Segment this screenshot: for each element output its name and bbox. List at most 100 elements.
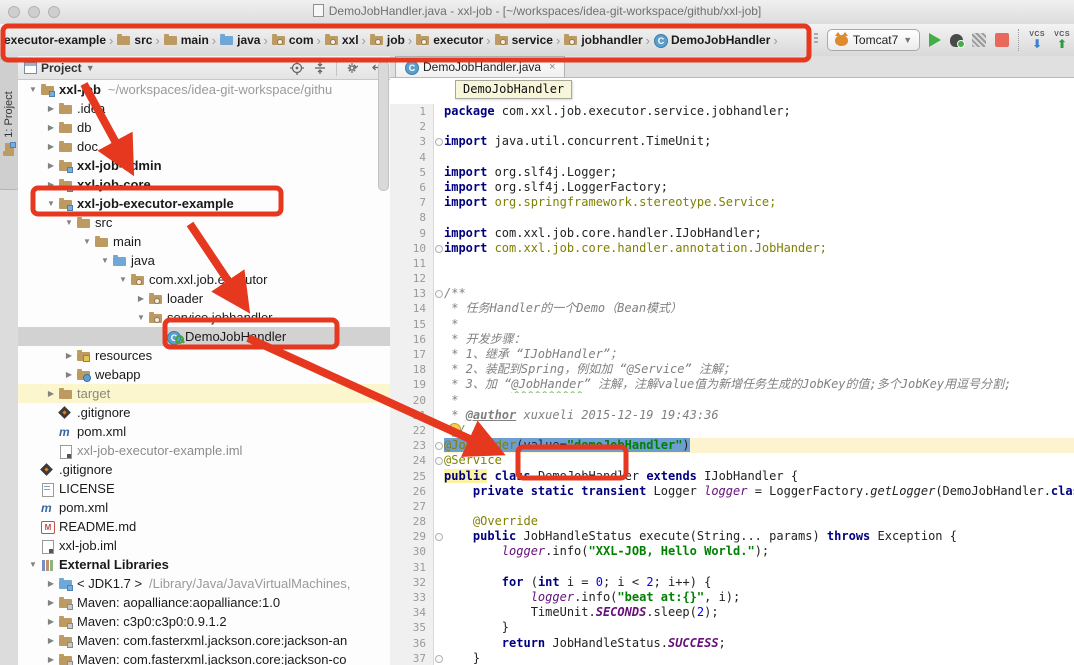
code-line[interactable]: 24@Service	[390, 453, 1074, 468]
breadcrumb-item[interactable]: executor	[415, 33, 483, 47]
breadcrumb-item[interactable]: jobhandler	[563, 33, 642, 47]
tree-item-xxl-job-core[interactable]: ▶xxl-job-core	[18, 175, 390, 194]
code-line[interactable]: 20 *	[390, 393, 1074, 408]
expand-arrow-icon[interactable]: ▼	[44, 199, 58, 208]
tree-item-doc[interactable]: ▶doc	[18, 137, 390, 156]
expand-arrow-icon[interactable]: ▶	[44, 579, 58, 588]
breadcrumb-item[interactable]: xxl	[324, 33, 359, 47]
tree-item-xxl-job-executor-example[interactable]: ▼xxl-job-executor-example	[18, 194, 390, 213]
code-line[interactable]: 5import org.slf4j.Logger;	[390, 165, 1074, 180]
tree-item-xxl-job[interactable]: ▼xxl-job~/workspaces/idea-git-workspace/…	[18, 80, 390, 99]
breadcrumb-item[interactable]: CDemoJobHandler	[653, 33, 770, 47]
project-scrollbar[interactable]	[378, 61, 389, 191]
breadcrumb-item[interactable]: java	[219, 33, 260, 47]
chevron-down-icon[interactable]: ▼	[86, 63, 95, 73]
code-line[interactable]: 34 TimeUnit.SECONDS.sleep(2);	[390, 605, 1074, 620]
expand-arrow-icon[interactable]: ▶	[44, 617, 58, 626]
expand-arrow-icon[interactable]: ▶	[134, 294, 148, 303]
expand-arrow-icon[interactable]: ▼	[116, 275, 130, 284]
code-line[interactable]: 30 logger.info("XXL-JOB, Hello World.");	[390, 544, 1074, 559]
breadcrumb-item[interactable]: main	[163, 33, 209, 47]
breadcrumb-item[interactable]: executor-example	[4, 33, 106, 47]
debug-button[interactable]	[950, 34, 963, 47]
vcs-update-button[interactable]: VCS⬇	[1029, 31, 1045, 50]
tree-item-java[interactable]: ▼java	[18, 251, 390, 270]
tree-item-maven-c3p0-c3p0-0-9-1-2[interactable]: ▶Maven: c3p0:c3p0:0.9.1.2	[18, 612, 390, 631]
expand-arrow-icon[interactable]: ▶	[44, 636, 58, 645]
code-line[interactable]: 35 }	[390, 620, 1074, 635]
code-line[interactable]: 12	[390, 271, 1074, 286]
code-area[interactable]: DemoJobHandler 1package com.xxl.job.exec…	[390, 77, 1074, 665]
tree-item-db[interactable]: ▶db	[18, 118, 390, 137]
expand-arrow-icon[interactable]: ▶	[44, 104, 58, 113]
code-line[interactable]: 31	[390, 560, 1074, 575]
run-button[interactable]	[929, 33, 941, 47]
expand-arrow-icon[interactable]: ▼	[62, 218, 76, 227]
tree-item-external-libraries[interactable]: ▼External Libraries	[18, 555, 390, 574]
code-line[interactable]: 11	[390, 256, 1074, 271]
code-line[interactable]: 32 for (int i = 0; i < 2; i++) {	[390, 575, 1074, 590]
code-line[interactable]: 13/**	[390, 286, 1074, 301]
code-line[interactable]: 27	[390, 499, 1074, 514]
coverage-button[interactable]	[972, 33, 986, 47]
stop-button[interactable]	[995, 33, 1009, 47]
expand-arrow-icon[interactable]: ▼	[134, 313, 148, 322]
expand-arrow-icon[interactable]: ▶	[44, 142, 58, 151]
tree-item-target[interactable]: ▶target	[18, 384, 390, 403]
expand-arrow-icon[interactable]: ▶	[44, 161, 58, 170]
tree-item-maven-aopalliance-aopalliance-1-0[interactable]: ▶Maven: aopalliance:aopalliance:1.0	[18, 593, 390, 612]
tree-item-xxl-job-admin[interactable]: ▶xxl-job-admin	[18, 156, 390, 175]
tree-item-license[interactable]: LICENSE	[18, 479, 390, 498]
fold-marker-icon[interactable]	[434, 438, 444, 453]
expand-arrow-icon[interactable]: ▼	[26, 560, 40, 569]
code-line[interactable]: 9import com.xxl.job.core.handler.IJobHan…	[390, 226, 1074, 241]
tree-item-webapp[interactable]: ▶webapp	[18, 365, 390, 384]
code-line[interactable]: 3import java.util.concurrent.TimeUnit;	[390, 134, 1074, 149]
tree-item-maven-com-fasterxml-jackson-core-jackson-co[interactable]: ▶Maven: com.fasterxml.jackson.core:jacks…	[18, 650, 390, 665]
fold-marker-icon[interactable]	[434, 286, 444, 301]
code-line[interactable]: 7import org.springframework.stereotype.S…	[390, 195, 1074, 210]
code-line[interactable]: 18 * 2、装配到Spring，例如加 “@Service” 注解；	[390, 362, 1074, 377]
expand-arrow-icon[interactable]: ▶	[62, 351, 76, 360]
code-line[interactable]: 26 private static transient Logger logge…	[390, 484, 1074, 499]
code-line[interactable]: 25public class DemoJobHandler extends IJ…	[390, 469, 1074, 484]
code-line[interactable]: 14 * 任务Handler的一个Demo（Bean模式）	[390, 301, 1074, 316]
code-line[interactable]: 17 * 1、继承 “IJobHandler”；	[390, 347, 1074, 362]
fold-marker-icon[interactable]	[434, 529, 444, 544]
code-line[interactable]: 16 * 开发步骤：	[390, 332, 1074, 347]
code-line[interactable]: 37 }	[390, 651, 1074, 665]
fold-marker-icon[interactable]	[434, 651, 444, 665]
expand-arrow-icon[interactable]: ▶	[44, 655, 58, 664]
expand-arrow-icon[interactable]: ▼	[98, 256, 112, 265]
locate-file-button[interactable]	[290, 61, 304, 75]
code-line[interactable]: 36 return JobHandleStatus.SUCCESS;	[390, 636, 1074, 651]
code-line[interactable]: 10import com.xxl.job.core.handler.annota…	[390, 241, 1074, 256]
tree-item-loader[interactable]: ▶loader	[18, 289, 390, 308]
code-line[interactable]: 6import org.slf4j.LoggerFactory;	[390, 180, 1074, 195]
tree-item-maven-com-fasterxml-jackson-core-jackson-an[interactable]: ▶Maven: com.fasterxml.jackson.core:jacks…	[18, 631, 390, 650]
code-line[interactable]: 8	[390, 210, 1074, 225]
project-tool-window-button[interactable]: 1: Project	[0, 58, 19, 190]
tree-item--idea[interactable]: ▶.idea	[18, 99, 390, 118]
fold-marker-icon[interactable]	[434, 241, 444, 256]
tree-item--gitignore[interactable]: .gitignore	[18, 460, 390, 479]
tree-item-com-xxl-job-executor[interactable]: ▼com.xxl.job.executor	[18, 270, 390, 289]
expand-arrow-icon[interactable]: ▶	[62, 370, 76, 379]
tree-item-service-jobhandler[interactable]: ▼service.jobhandler	[18, 308, 390, 327]
expand-arrow-icon[interactable]: ▼	[80, 237, 94, 246]
breadcrumb-item[interactable]: job	[369, 33, 405, 47]
expand-arrow-icon[interactable]: ▶	[44, 123, 58, 132]
code-line[interactable]: 19 * 3、加 “@JobHander” 注解，注解value值为新增任务生成…	[390, 377, 1074, 392]
expand-arrow-icon[interactable]: ▶	[44, 180, 58, 189]
tree-item-readme-md[interactable]: MREADME.md	[18, 517, 390, 536]
code-line[interactable]: 15 *	[390, 317, 1074, 332]
code-line[interactable]: 23@JobHander(value="demoJobHandler")	[390, 438, 1074, 453]
breadcrumb-item[interactable]: com	[271, 33, 314, 47]
code-line[interactable]: 29↑ public JobHandleStatus execute(Strin…	[390, 529, 1074, 544]
code-line[interactable]: 2	[390, 119, 1074, 134]
close-tab-icon[interactable]: ×	[549, 61, 555, 73]
settings-gear-icon[interactable]	[346, 61, 362, 75]
fold-marker-icon[interactable]	[434, 453, 444, 468]
tree-item-src[interactable]: ▼src	[18, 213, 390, 232]
tree-item-xxl-job-iml[interactable]: xxl-job.iml	[18, 536, 390, 555]
